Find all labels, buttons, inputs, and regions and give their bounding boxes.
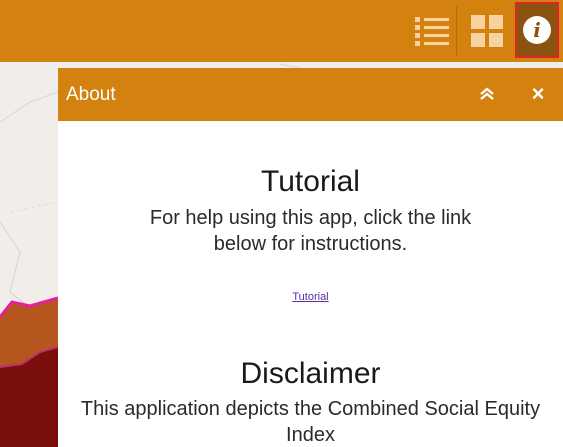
basemap-grid-icon xyxy=(471,15,503,47)
legend-button[interactable] xyxy=(410,0,454,62)
toolbar-divider xyxy=(456,6,457,56)
tutorial-text: For help using this app, click the link … xyxy=(149,207,472,255)
double-chevron-up-icon xyxy=(480,87,494,100)
disclaimer-text: This application depicts the Combined So… xyxy=(80,398,541,446)
close-button[interactable]: × xyxy=(525,81,551,107)
about-button[interactable]: i xyxy=(515,2,559,58)
disclaimer-heading: Disclaimer xyxy=(240,357,381,390)
close-icon: × xyxy=(531,81,545,106)
panel-title: About xyxy=(66,84,116,105)
tutorial-link[interactable]: Tutorial xyxy=(58,291,563,303)
about-panel: About × Tutorial For help using this app… xyxy=(58,68,563,447)
basemap-gallery-button[interactable] xyxy=(465,0,509,62)
panel-header: About × xyxy=(58,68,563,121)
info-icon: i xyxy=(523,16,551,44)
collapse-button[interactable] xyxy=(474,81,500,107)
tutorial-heading: Tutorial xyxy=(261,165,360,198)
app-toolbar: i xyxy=(0,0,563,62)
legend-list-icon xyxy=(415,16,449,46)
